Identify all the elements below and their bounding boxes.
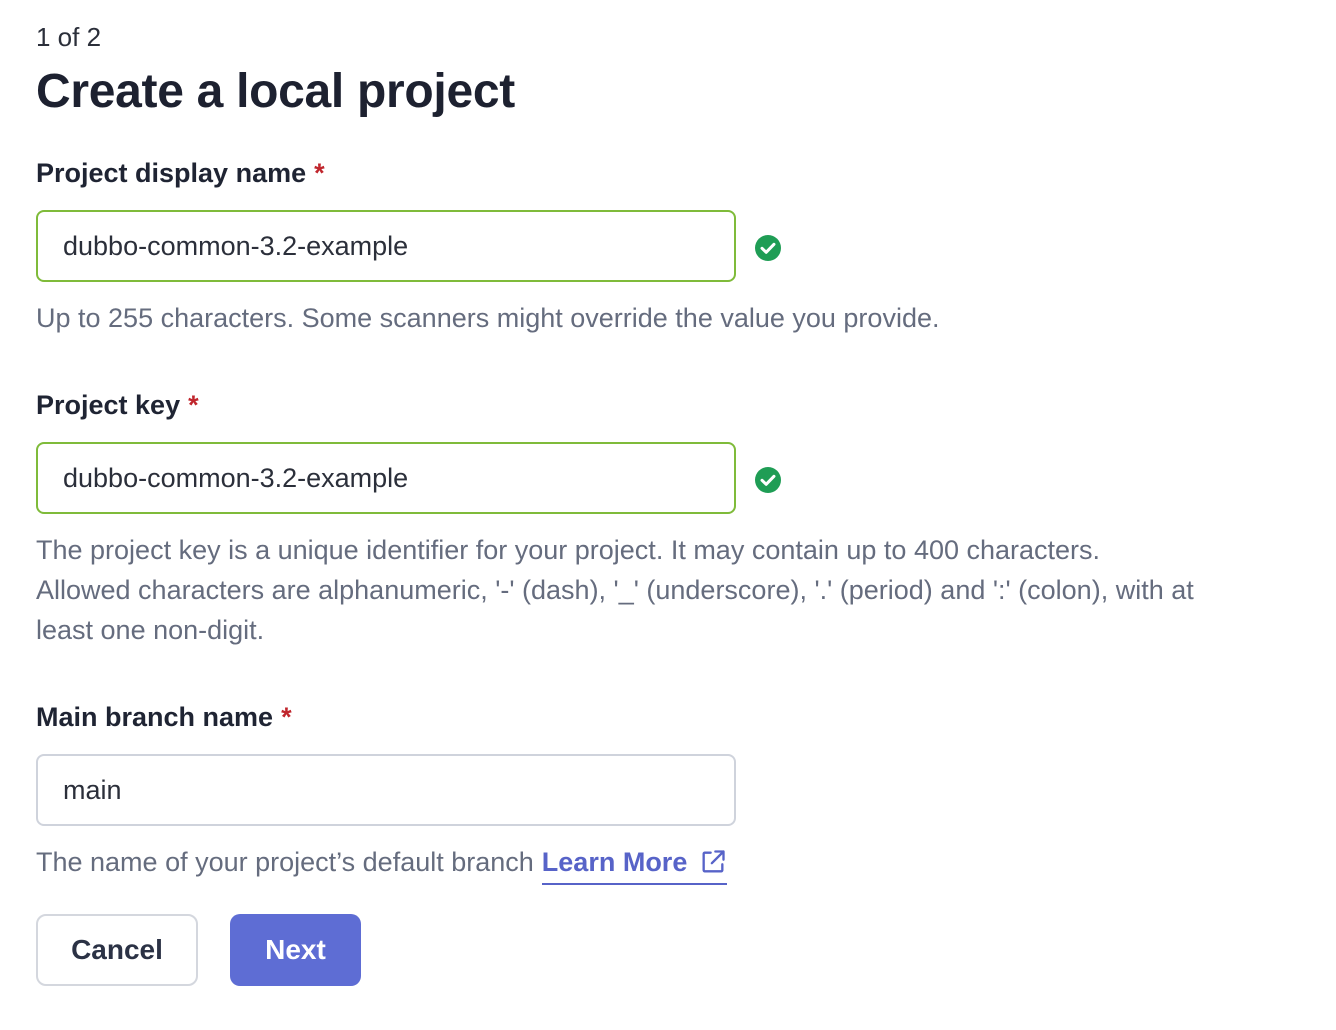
main-branch-help-text: The name of your project’s default branc… [36,847,534,877]
page-title: Create a local project [36,65,515,118]
required-mark: * [281,702,292,732]
check-circle-icon [755,467,781,493]
next-button[interactable]: Next [230,914,361,986]
main-branch-help: The name of your project’s default branc… [36,842,1326,885]
project-key-label-text: Project key [36,390,181,420]
display-name-label: Project display name * [36,158,325,189]
project-key-help-line: The project key is a unique identifier f… [36,535,1101,565]
display-name-field[interactable] [36,210,736,282]
required-mark: * [188,390,199,420]
create-project-page: 1 of 2 Create a local project Project di… [0,0,1336,1030]
display-name-input[interactable] [63,230,734,262]
check-circle-icon [755,235,781,261]
project-key-help-line: Allowed characters are alphanumeric, '-'… [36,575,1194,605]
cancel-button[interactable]: Cancel [36,914,198,986]
step-indicator: 1 of 2 [36,22,102,52]
project-key-field[interactable] [36,442,736,514]
project-key-help: The project key is a unique identifier f… [36,530,1326,650]
display-name-help: Up to 255 characters. Some scanners migh… [36,303,940,333]
project-key-input[interactable] [63,462,734,494]
main-branch-field[interactable] [36,754,736,826]
learn-more-link[interactable]: Learn More [541,842,728,885]
main-branch-input[interactable] [63,774,734,806]
project-key-label: Project key * [36,390,199,421]
external-link-icon [702,850,726,873]
display-name-label-text: Project display name [36,158,307,188]
required-mark: * [314,158,325,188]
project-key-help-line: least one non-digit. [36,615,265,645]
main-branch-label: Main branch name * [36,702,292,733]
learn-more-label: Learn More [541,847,688,877]
main-branch-label-text: Main branch name [36,702,274,732]
